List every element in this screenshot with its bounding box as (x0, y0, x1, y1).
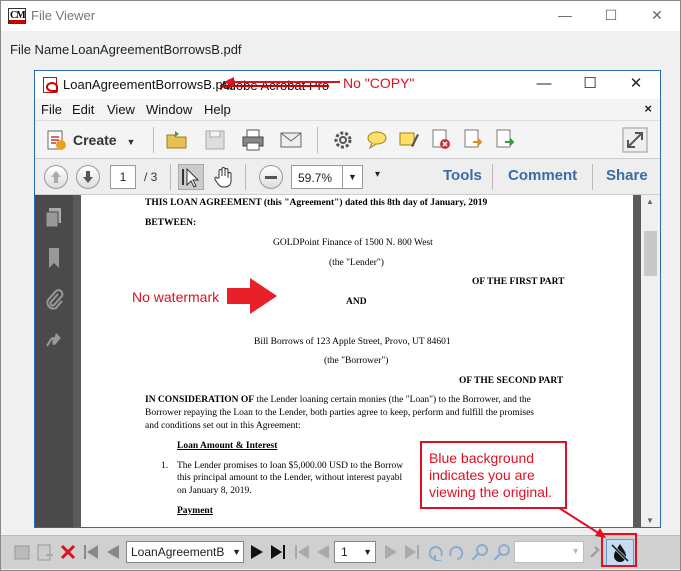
big-right-arrow-icon (227, 278, 277, 314)
highlight-box-watermark-button (601, 533, 637, 567)
callout-arrow-icon (555, 505, 606, 538)
annotation-callout: Blue background indicates you are viewin… (420, 441, 567, 509)
annotation-no-copy: No "COPY" (343, 75, 415, 91)
arrow-to-title-icon (224, 77, 340, 87)
annotation-arrows (224, 77, 606, 538)
annotation-no-watermark: No watermark (132, 289, 220, 305)
